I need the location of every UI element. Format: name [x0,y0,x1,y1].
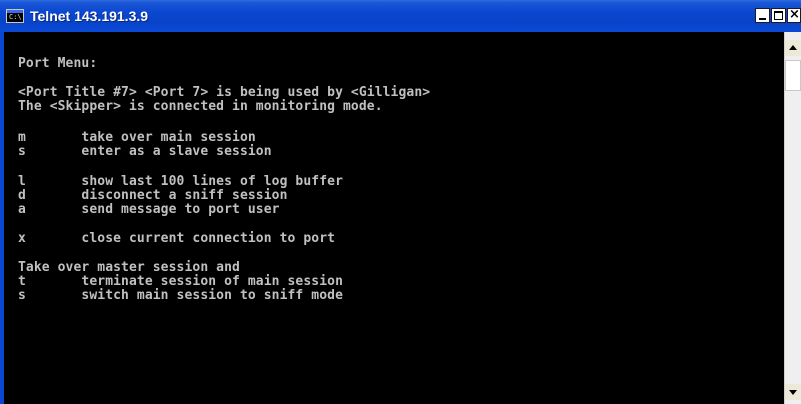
console-line: The <Skipper> is connected in monitoring… [18,99,383,114]
maximize-icon [774,11,783,20]
minimize-icon [759,18,766,20]
console-line: l show last 100 lines of log buffer [18,174,343,189]
console-line: <Port Title #7> <Port 7> is being used b… [18,85,431,100]
close-icon: × [789,7,800,22]
console-line: s enter as a slave session [18,144,272,159]
scrollbar-thumb[interactable] [785,60,801,91]
window-title: Telnet 143.191.3.9 [30,8,149,24]
minimize-button[interactable] [755,8,770,23]
console-line: x close current connection to port [18,231,336,246]
console-output[interactable]: Port Menu: <Port Title #7> <Port 7> is b… [4,32,784,404]
maximize-button[interactable] [771,8,786,23]
console-line: Take over master session and [18,260,240,275]
console-app-icon[interactable]: C:\ [6,9,24,23]
console-line: d disconnect a sniff session [18,188,288,203]
console-line: t terminate session of main session [18,274,343,289]
console-line: m take over main session [18,130,256,145]
scroll-down-button[interactable] [785,384,801,400]
console-line: Port Menu: [18,56,98,71]
vertical-scrollbar[interactable] [784,32,801,404]
close-button[interactable]: × [787,7,801,23]
console-icon-label: C:\ [9,13,22,21]
console-line: s switch main session to sniff mode [18,288,343,303]
arrow-up-icon [789,45,797,50]
console-line: a send message to port user [18,202,280,217]
scroll-up-button[interactable] [785,40,801,56]
arrow-down-icon [789,390,797,395]
title-bar[interactable]: C:\ Telnet 143.191.3.9 × [0,0,801,32]
telnet-window: C:\ Telnet 143.191.3.9 × Port Menu: <Por… [0,0,801,404]
